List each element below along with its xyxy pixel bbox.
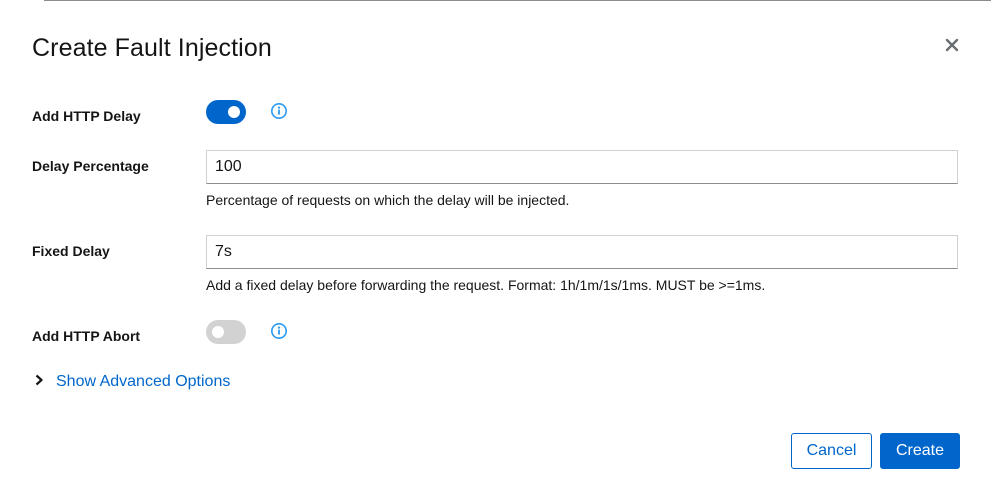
delay-percentage-label: Delay Percentage [32, 158, 149, 174]
toggle-knob [228, 106, 240, 118]
show-advanced-options-label: Show Advanced Options [56, 373, 231, 390]
http-abort-label: Add HTTP Abort [32, 328, 141, 344]
dialog-title: Create Fault Injection [32, 34, 272, 62]
info-icon[interactable] [270, 322, 288, 340]
delay-percentage-value: 100 [215, 158, 242, 175]
toggle-knob [212, 326, 224, 338]
top-border [44, 0, 991, 1]
fixed-delay-label: Fixed Delay [32, 243, 110, 259]
chevron-right-icon [34, 373, 44, 391]
http-delay-label: Add HTTP Delay [32, 108, 141, 124]
fixed-delay-value: 7s [215, 243, 232, 260]
delay-percentage-input[interactable]: 100 [206, 150, 958, 184]
delay-percentage-help: Percentage of requests on which the dela… [206, 192, 570, 208]
fixed-delay-input[interactable]: 7s [206, 235, 958, 269]
cancel-button[interactable]: Cancel [791, 433, 872, 469]
show-advanced-options-toggle[interactable]: Show Advanced Options [34, 373, 230, 391]
fixed-delay-help: Add a fixed delay before forwarding the … [206, 277, 766, 293]
close-icon[interactable] [943, 36, 961, 54]
info-icon[interactable] [270, 102, 288, 120]
http-delay-toggle[interactable] [206, 100, 246, 124]
http-abort-toggle[interactable] [206, 320, 246, 344]
create-button[interactable]: Create [880, 433, 960, 469]
